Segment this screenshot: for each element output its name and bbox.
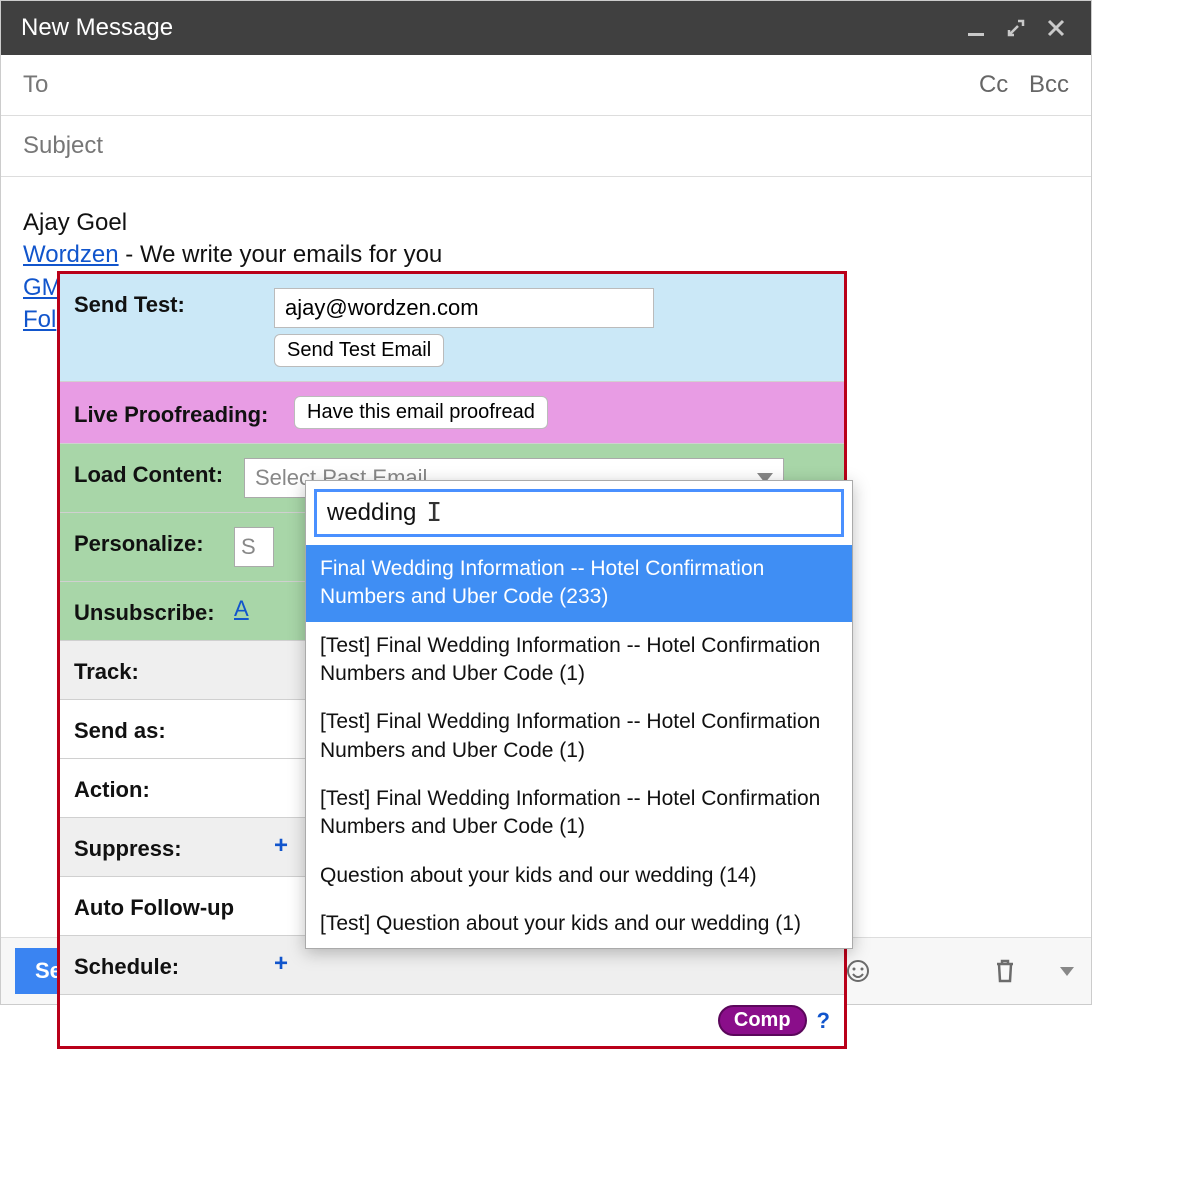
load-content-label: Load Content: [74,458,234,488]
compose-body[interactable]: Ajay Goel Wordzen - We write your emails… [1,177,1091,937]
section-send-test: Send Test: Send Test Email [60,274,844,382]
sig-fol-link[interactable]: Fol [23,306,56,333]
suppress-label: Suppress: [74,832,264,862]
dropdown-item[interactable]: Question about your kids and our wedding… [306,852,852,900]
subject-row[interactable]: Subject [1,116,1091,177]
to-label: To [23,71,965,99]
comp-button[interactable]: Comp [718,1005,807,1036]
dropdown-item[interactable]: [Test] Question about your kids and our … [306,900,852,948]
bcc-toggle[interactable]: Bcc [1029,71,1069,98]
sendas-label: Send as: [74,714,264,744]
send-test-email-input[interactable] [274,288,654,328]
dropdown-item[interactable]: [Test] Final Wedding Information -- Hote… [306,622,852,699]
proofreading-label: Live Proofreading: [74,398,284,428]
sig-name: Ajay Goel [23,207,1069,239]
schedule-add[interactable]: + [274,950,288,978]
schedule-label: Schedule: [74,950,264,980]
personalize-select[interactable]: S [234,527,274,567]
past-email-dropdown: wedding 𝙸 Final Wedding Information -- H… [305,480,853,949]
unsubscribe-link[interactable]: A [234,596,249,622]
help-link[interactable]: ? [817,1008,830,1034]
more-options-button[interactable] [1037,951,1077,991]
sig-wordzen-link[interactable]: Wordzen [23,241,119,268]
unsubscribe-label: Unsubscribe: [74,596,224,626]
action-label: Action: [74,773,264,803]
dropdown-item[interactable]: Final Wedding Information -- Hotel Confi… [306,545,852,622]
window-title: New Message [21,14,951,42]
section-proofreading: Live Proofreading: Have this email proof… [60,382,844,444]
personalize-label: Personalize: [74,527,224,557]
dropdown-search-input[interactable]: wedding 𝙸 [314,489,844,537]
track-label: Track: [74,655,264,685]
close-button[interactable] [1041,13,1071,43]
gmass-panel: Send Test: Send Test Email Live Proofrea… [57,271,847,1049]
discard-button[interactable] [985,951,1025,991]
proofread-button[interactable]: Have this email proofread [294,396,548,429]
chevron-down-icon [1060,967,1074,976]
autofu-label: Auto Follow-up [74,891,264,921]
compose-window: New Message To Cc Bcc Subject Ajay Goel … [0,0,1092,1005]
minimize-button[interactable] [961,13,991,43]
popout-button[interactable] [1001,13,1031,43]
suppress-add[interactable]: + [274,832,288,860]
subject-label: Subject [23,132,1069,160]
dropdown-item[interactable]: [Test] Final Wedding Information -- Hote… [306,775,852,852]
text-cursor-icon: 𝙸 [426,498,442,528]
panel-footer: Comp ? [60,995,844,1046]
send-test-label: Send Test: [74,288,264,318]
to-row[interactable]: To Cc Bcc [1,55,1091,116]
send-test-email-button[interactable]: Send Test Email [274,334,444,367]
titlebar: New Message [1,1,1091,55]
dropdown-item[interactable]: [Test] Final Wedding Information -- Hote… [306,698,852,775]
cc-toggle[interactable]: Cc [979,71,1008,98]
